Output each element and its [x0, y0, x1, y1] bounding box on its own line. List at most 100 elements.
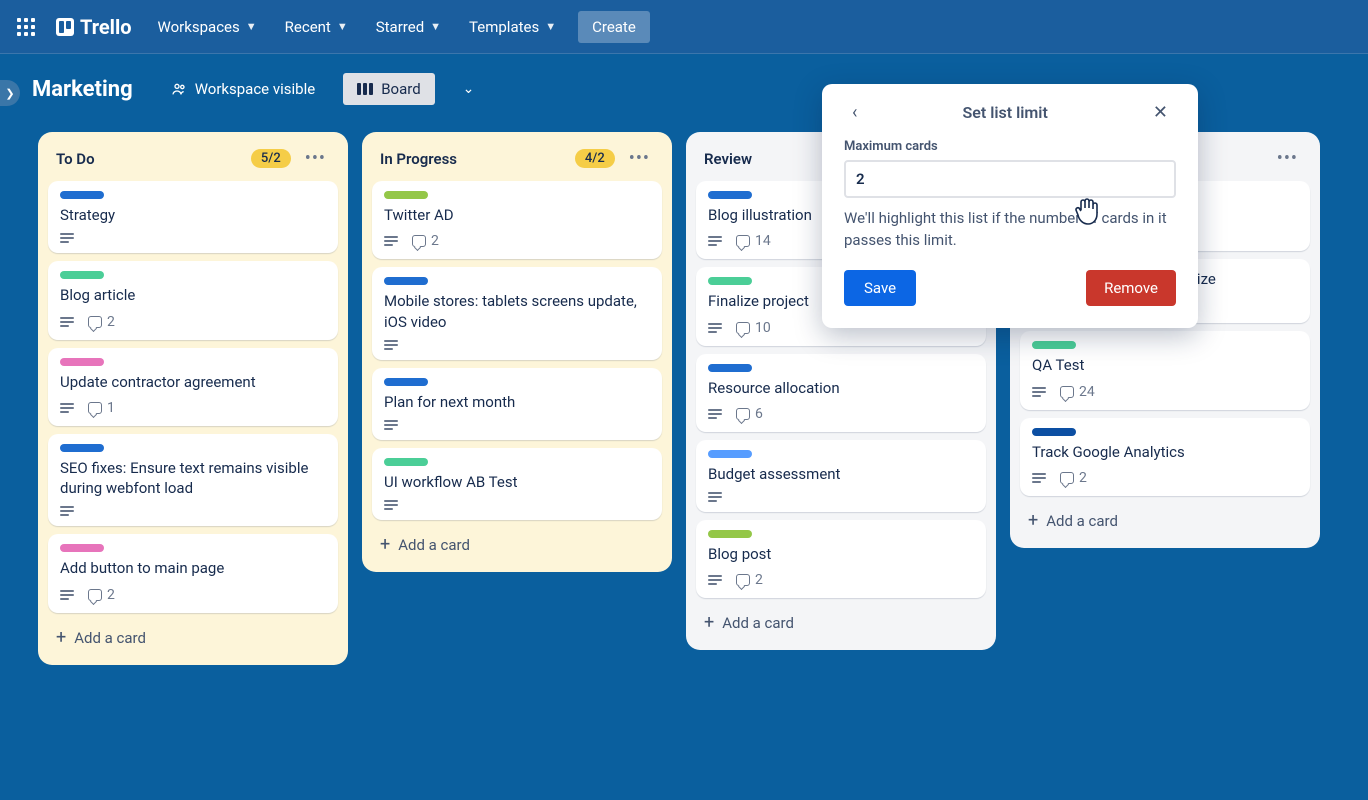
- card-title: Blog article: [60, 285, 326, 305]
- card-title: Plan for next month: [384, 392, 650, 412]
- plus-icon: +: [56, 629, 66, 647]
- card-meta: [60, 506, 326, 516]
- card[interactable]: QA Test 24: [1020, 331, 1310, 409]
- max-cards-label: Maximum cards: [844, 139, 1176, 154]
- comments-count: 6: [736, 406, 763, 422]
- people-icon: [171, 81, 187, 97]
- create-button[interactable]: Create: [578, 11, 650, 43]
- card-label: [708, 530, 752, 538]
- card-meta: 2: [60, 314, 326, 330]
- visibility-button[interactable]: Workspace visible: [161, 74, 326, 104]
- nav-recent[interactable]: Recent▼: [273, 12, 360, 42]
- list: In Progress 4/2 ••• Twitter AD 2 Mobile store…: [362, 132, 672, 572]
- card[interactable]: Track Google Analytics 2: [1020, 418, 1310, 496]
- card[interactable]: SEO fixes: Ensure text remains visible d…: [48, 434, 338, 527]
- add-card-button[interactable]: +Add a card: [48, 621, 338, 655]
- logo-text: Trello: [80, 15, 132, 39]
- description-icon: [1032, 387, 1046, 397]
- card-meta: [384, 500, 650, 510]
- card-title: Twitter AD: [384, 205, 650, 225]
- description-icon: [384, 500, 398, 510]
- card[interactable]: Budget assessment: [696, 440, 986, 512]
- comments-count: 2: [412, 233, 439, 249]
- list-menu-button[interactable]: •••: [1273, 146, 1302, 171]
- board-view-button[interactable]: Board: [343, 73, 434, 105]
- card[interactable]: Plan for next month: [372, 368, 662, 440]
- popover-title: Set list limit: [865, 103, 1145, 122]
- card-label: [60, 358, 104, 366]
- popover-close-button[interactable]: ✕: [1145, 98, 1176, 127]
- chevron-down-icon: ▼: [246, 20, 257, 33]
- nav-templates[interactable]: Templates▼: [457, 12, 568, 42]
- comments-count: 2: [88, 314, 115, 330]
- list-limit-badge: 4/2: [575, 149, 615, 168]
- card-label: [708, 277, 752, 285]
- card-title: Mobile stores: tablets screens update, i…: [384, 291, 650, 332]
- plus-icon: +: [380, 536, 390, 554]
- card[interactable]: Add button to main page2: [48, 534, 338, 612]
- max-cards-input[interactable]: [844, 160, 1176, 198]
- card-title: Add button to main page: [60, 558, 326, 578]
- card-meta: [384, 340, 650, 350]
- card-label: [60, 191, 104, 199]
- card-label: [60, 544, 104, 552]
- card-meta: 24: [1032, 384, 1298, 400]
- card-meta: 2: [708, 572, 974, 588]
- add-card-button[interactable]: +Add a card: [696, 606, 986, 640]
- card-label: [384, 458, 428, 466]
- description-icon: [60, 590, 74, 600]
- add-card-button[interactable]: +Add a card: [1020, 504, 1310, 538]
- card-label: [708, 364, 752, 372]
- card-title: UI workflow AB Test: [384, 472, 650, 492]
- card[interactable]: Update contractor agreement1: [48, 348, 338, 426]
- description-icon: [708, 575, 722, 585]
- apps-switcher-icon[interactable]: [10, 11, 42, 43]
- list-limit-badge: 5/2: [251, 149, 291, 168]
- plus-icon: +: [704, 614, 714, 632]
- nav-workspaces[interactable]: Workspaces▼: [146, 12, 269, 42]
- comments-count: 24: [1060, 384, 1095, 400]
- card-title: QA Test: [1032, 355, 1298, 375]
- card[interactable]: Blog post 2: [696, 520, 986, 598]
- chevron-down-icon: ▼: [430, 20, 441, 33]
- card[interactable]: Blog article 2: [48, 261, 338, 339]
- card[interactable]: UI workflow AB Test: [372, 448, 662, 520]
- list-header: In Progress 4/2 •••: [372, 142, 662, 181]
- card-label: [384, 277, 428, 285]
- card-title: Blog post: [708, 544, 974, 564]
- comments-count: 14: [736, 233, 771, 249]
- card-meta: [384, 420, 650, 430]
- popover-back-button[interactable]: ‹: [844, 98, 865, 127]
- card-title: Strategy: [60, 205, 326, 225]
- card[interactable]: Resource allocation6: [696, 354, 986, 432]
- plus-icon: +: [1028, 512, 1038, 530]
- card[interactable]: Mobile stores: tablets screens update, i…: [372, 267, 662, 360]
- list-title[interactable]: To Do: [56, 150, 95, 168]
- view-switch-chevron-icon[interactable]: ⌄: [457, 75, 481, 103]
- save-button[interactable]: Save: [844, 270, 916, 306]
- list: To Do 5/2 ••• Strategy Blog article 2 Update c…: [38, 132, 348, 665]
- card[interactable]: Strategy: [48, 181, 338, 253]
- card-title: Update contractor agreement: [60, 372, 326, 392]
- list-header: To Do 5/2 •••: [48, 142, 338, 181]
- description-icon: [708, 323, 722, 333]
- list-title[interactable]: In Progress: [380, 150, 457, 168]
- board-title[interactable]: Marketing: [22, 77, 143, 102]
- description-icon: [384, 340, 398, 350]
- nav-starred[interactable]: Starred▼: [364, 12, 453, 42]
- add-card-button[interactable]: +Add a card: [372, 528, 662, 562]
- card-title: Track Google Analytics: [1032, 442, 1298, 462]
- card-label: [60, 444, 104, 452]
- list-title[interactable]: Review: [704, 150, 752, 168]
- list-menu-button[interactable]: •••: [625, 146, 654, 171]
- card-meta: 2: [384, 233, 650, 249]
- trello-logo[interactable]: Trello: [46, 15, 142, 39]
- description-icon: [1032, 473, 1046, 483]
- card-label: [708, 191, 752, 199]
- card[interactable]: Twitter AD 2: [372, 181, 662, 259]
- description-icon: [384, 236, 398, 246]
- list-menu-button[interactable]: •••: [301, 146, 330, 171]
- remove-button[interactable]: Remove: [1086, 270, 1176, 306]
- card-label: [60, 271, 104, 279]
- card-meta: 2: [1032, 470, 1298, 486]
